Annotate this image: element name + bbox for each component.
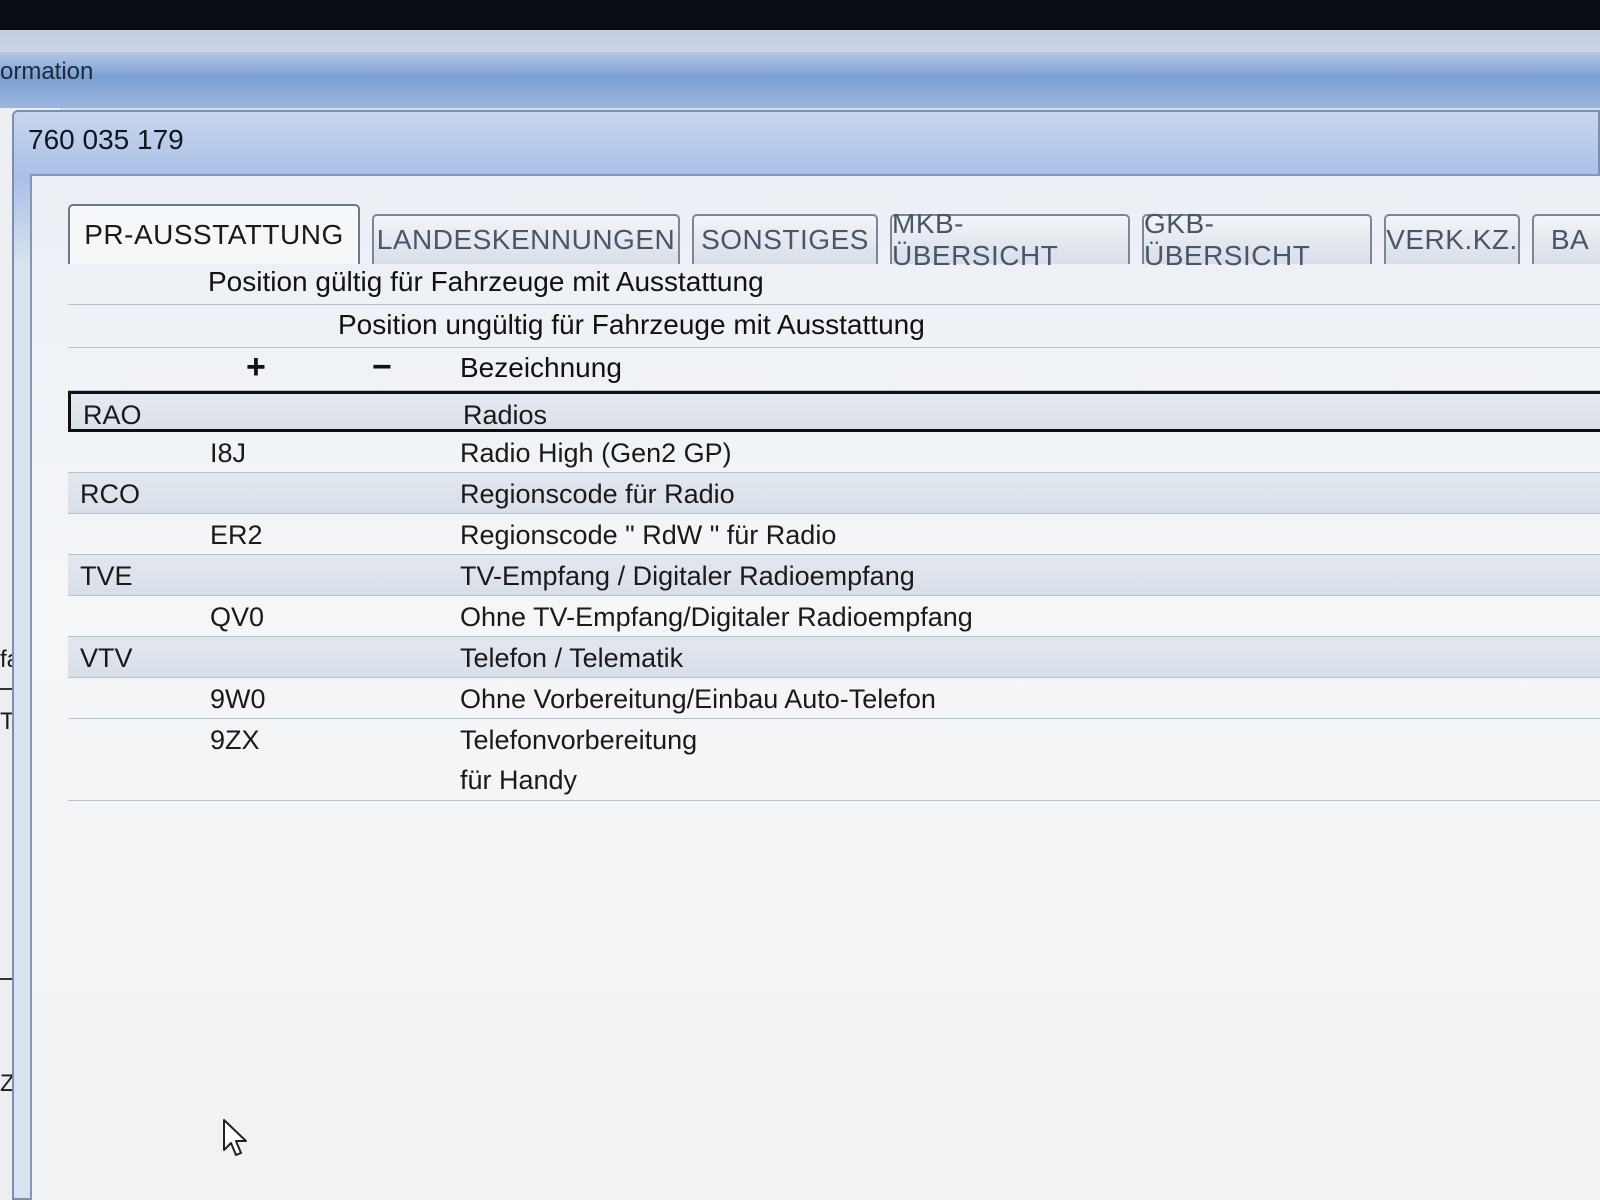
table-row[interactable]: VTV Telefon / Telematik bbox=[68, 637, 1600, 678]
row-plus-code: 9W0 bbox=[210, 684, 266, 714]
column-plus: + bbox=[246, 348, 266, 386]
tab-bar: PR-AUSSTATTUNG LANDESKENNUNGEN SONSTIGES… bbox=[68, 204, 1600, 271]
table-row[interactable]: I8J Radio High (Gen2 GP) bbox=[68, 432, 1600, 473]
dialog-title: 760 035 179 bbox=[28, 124, 184, 155]
row-desc: TV-Empfang / Digitaler Radioempfang bbox=[460, 561, 915, 591]
row-desc-line2: für Handy bbox=[460, 765, 578, 795]
row-plus-code: 9ZX bbox=[210, 725, 260, 755]
row-code: VTV bbox=[80, 643, 133, 673]
header-row-valid: Position gültig für Fahrzeuge mit Aussta… bbox=[68, 262, 1600, 305]
table-row[interactable]: 9W0 Ohne Vorbereitung/Einbau Auto-Telefo… bbox=[68, 678, 1600, 719]
row-desc: Ohne Vorbereitung/Einbau Auto-Telefon bbox=[460, 684, 936, 714]
header-valid: Position gültig für Fahrzeuge mit Aussta… bbox=[208, 266, 764, 297]
table-row[interactable]: QV0 Ohne TV-Empfang/Digitaler Radioempfa… bbox=[68, 596, 1600, 637]
tab-gkb-uebersicht[interactable]: GKB-ÜBERSICHT bbox=[1142, 208, 1372, 271]
row-desc: Regionscode " RdW " für Radio bbox=[460, 520, 837, 550]
mouse-pointer-icon bbox=[223, 1119, 247, 1156]
tab-mkb-uebersicht[interactable]: MKB-ÜBERSICHT bbox=[890, 208, 1130, 271]
row-desc: Regionscode für Radio bbox=[460, 479, 735, 509]
row-desc: Radio High (Gen2 GP) bbox=[460, 438, 732, 468]
tab-sonstiges[interactable]: SONSTIGES bbox=[692, 214, 878, 264]
column-bezeichnung: Bezeichnung bbox=[460, 352, 622, 383]
table-row[interactable]: RAO Radios bbox=[68, 391, 1600, 432]
row-plus-code: ER2 bbox=[210, 520, 263, 550]
background-window-titlebar: ormation bbox=[0, 52, 1600, 108]
row-plus-code: QV0 bbox=[210, 602, 265, 632]
column-minus: − bbox=[372, 348, 392, 386]
row-desc: Ohne TV-Empfang/Digitaler Radioempfang bbox=[460, 602, 973, 632]
background-window-title: ormation bbox=[0, 58, 94, 85]
info-dialog: 760 035 179 PR-AUSSTATTUNG LANDESKENNUNG… bbox=[12, 110, 1600, 1200]
table-row[interactable]: RCO Regionscode für Radio bbox=[68, 473, 1600, 514]
row-desc: Telefon / Telematik bbox=[460, 643, 684, 673]
row-code: RAO bbox=[83, 400, 142, 430]
table-row[interactable]: 9ZX Telefonvorbereitung für Handy bbox=[68, 719, 1600, 801]
equipment-table: Position gültig für Fahrzeuge mit Aussta… bbox=[68, 262, 1600, 801]
table-row[interactable]: TVE TV-Empfang / Digitaler Radioempfang bbox=[68, 555, 1600, 596]
tab-verk-kz[interactable]: VERK.KZ. bbox=[1384, 214, 1520, 264]
header-invalid: Position ungültig für Fahrzeuge mit Auss… bbox=[338, 309, 925, 340]
row-desc: Telefonvorbereitung bbox=[460, 725, 698, 755]
tab-landeskennungen[interactable]: LANDESKENNUNGEN bbox=[372, 214, 680, 264]
row-plus-code: I8J bbox=[210, 438, 247, 468]
tab-panel: PR-AUSSTATTUNG LANDESKENNUNGEN SONSTIGES… bbox=[30, 174, 1600, 1200]
row-code: RCO bbox=[80, 479, 140, 509]
tab-pr-ausstattung[interactable]: PR-AUSSTATTUNG bbox=[68, 204, 360, 264]
header-row-columns: + − Bezeichnung bbox=[68, 348, 1600, 391]
tab-ba[interactable]: BA bbox=[1532, 214, 1600, 264]
row-code: TVE bbox=[80, 561, 133, 591]
header-row-invalid: Position ungültig für Fahrzeuge mit Auss… bbox=[68, 305, 1600, 348]
table-row[interactable]: ER2 Regionscode " RdW " für Radio bbox=[68, 514, 1600, 555]
row-desc: Radios bbox=[463, 400, 548, 430]
